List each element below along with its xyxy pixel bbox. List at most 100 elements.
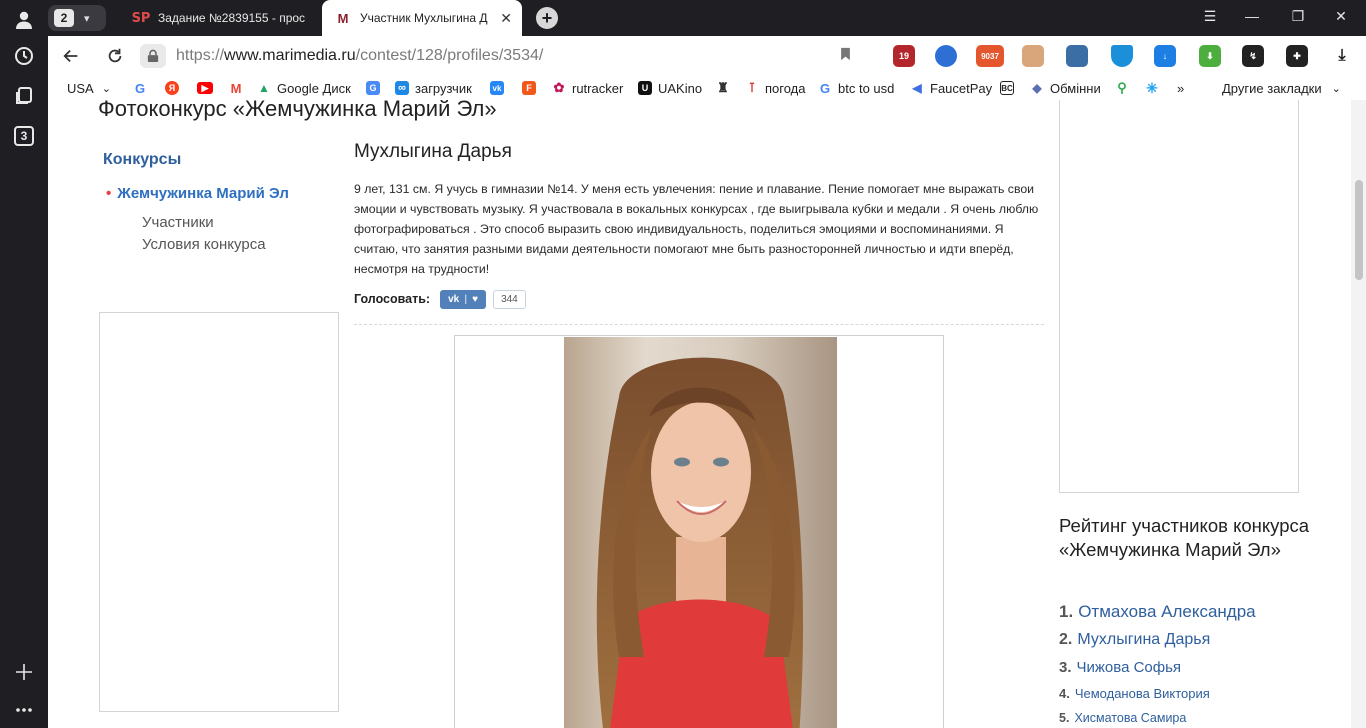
more-icon[interactable]	[12, 698, 36, 722]
heart-icon: ♥	[472, 293, 478, 305]
participant-photo-frame	[454, 335, 944, 728]
tab-participant[interactable]: M Участник Мухлыгина Д ✕	[322, 0, 522, 36]
sidebar-item-participants[interactable]: Участники	[142, 214, 214, 231]
bookmark-exchange[interactable]: ◆ Обмінни	[1030, 79, 1102, 97]
bullet-icon: •	[106, 185, 112, 202]
bookmark-uakino[interactable]: U UAKino	[638, 79, 702, 97]
vote-row: Голосовать: vk | ♥ 344	[354, 289, 526, 309]
tabs-counter-icon[interactable]: 3	[12, 124, 36, 148]
bookmarks-more[interactable]: »	[1177, 79, 1184, 97]
bookmark-downloader[interactable]: ∞ загрузчик	[395, 79, 472, 97]
restore-icon[interactable]: ❐	[1288, 8, 1308, 25]
bookmark-vk[interactable]: vk	[490, 79, 510, 97]
bookmark-star[interactable]: ✳	[1145, 79, 1165, 97]
tab-task[interactable]: SP Задание №2839155 - прос	[132, 0, 322, 36]
gmail-icon: M	[229, 80, 243, 96]
infinity-icon: ∞	[395, 81, 409, 95]
youtube-icon: ▶	[197, 82, 213, 94]
vk-icon: vk	[490, 81, 504, 95]
bc-icon: BC	[1000, 81, 1014, 95]
vote-label: Голосовать:	[354, 292, 431, 306]
participant-photo[interactable]	[564, 337, 837, 728]
history-icon[interactable]	[12, 44, 36, 68]
extension-counter-icon[interactable]: 9037	[976, 45, 1004, 67]
sp-favicon-icon: SP	[131, 10, 151, 26]
bookmark-yandex[interactable]: Я	[165, 79, 185, 97]
bookmark-usa[interactable]: USA ⌄	[67, 79, 111, 97]
new-tab-button[interactable]: +	[536, 7, 558, 29]
url-field[interactable]: https:// www.marimedia.ru /contest/128/p…	[140, 42, 860, 70]
rating-item-2[interactable]: 2. Мухлыгина Дарья	[1059, 631, 1210, 649]
profile-icon[interactable]	[12, 8, 36, 32]
vk-like-button[interactable]: vk | ♥	[440, 289, 487, 309]
back-arrow-icon[interactable]	[60, 45, 82, 67]
url-protocol: https://	[176, 47, 225, 64]
minimize-icon[interactable]: —	[1242, 8, 1262, 24]
extension-vpn-icon[interactable]	[935, 45, 957, 67]
uakino-icon: U	[638, 81, 652, 95]
page-title: Фотоконкурс «Жемчужинка Марий Эл»	[98, 100, 497, 121]
url-host: www.marimedia.ru	[224, 47, 356, 64]
extension-puzzle-icon[interactable]: ✚	[1286, 45, 1308, 67]
extension-download-green-icon[interactable]: ⬇	[1199, 45, 1221, 67]
bookmarks-bar: USA ⌄ G Я ▶ M ▲ Google Диск G ∞ загрузчи…	[48, 76, 1366, 100]
close-window-icon[interactable]: ✕	[1331, 8, 1351, 25]
bookmark-f[interactable]: F	[522, 79, 542, 97]
ad-banner-left	[99, 312, 339, 712]
bookmark-gmail[interactable]: M	[229, 79, 249, 97]
extension-diamond-icon[interactable]	[1111, 45, 1133, 67]
browser-side-rail: 3	[0, 0, 48, 728]
extension-cat-icon[interactable]	[1022, 45, 1044, 67]
bookmark-google[interactable]: G	[133, 79, 153, 97]
bookmark-google-drive[interactable]: ▲ Google Диск	[257, 79, 351, 97]
web-page: Фотоконкурс «Жемчужинка Марий Эл» Конкур…	[48, 100, 1351, 728]
bookmark-btc-to-usd[interactable]: G btc to usd	[818, 79, 894, 97]
chess-piece-icon: ♜	[716, 80, 730, 95]
participant-name: Мухлыгина Дарья	[354, 141, 512, 162]
collections-icon[interactable]	[12, 84, 36, 108]
bookmark-youtube[interactable]: ▶	[197, 79, 219, 97]
rating-title: Рейтинг участников конкурса «Жемчужинка …	[1059, 515, 1310, 560]
f-logo-icon: F	[522, 81, 536, 95]
bookmark-chess[interactable]: ♜	[716, 79, 736, 97]
menu-icon[interactable]: ☰	[1200, 8, 1220, 25]
bookmark-translate[interactable]: G	[366, 79, 386, 97]
rating-item-4[interactable]: 4. Чемоданова Виктория	[1059, 686, 1210, 701]
page-scrollbar[interactable]	[1351, 100, 1366, 728]
tab-count: 2	[54, 9, 74, 27]
sidebar-item-contest-rules[interactable]: Условия конкурса	[142, 236, 266, 253]
add-panel-icon[interactable]	[12, 660, 36, 684]
bookmark-faucetpay[interactable]: ◀ FaucetPay	[910, 79, 992, 97]
exchange-icon: ◆	[1030, 81, 1044, 95]
rating-item-5[interactable]: 5. Хисматова Самира	[1059, 711, 1186, 725]
tab-strip: 2 ▾ SP Задание №2839155 - прос M Участни…	[48, 0, 1366, 36]
sidebar-heading-contests[interactable]: Конкурсы	[103, 151, 181, 169]
bookmark-flag-icon[interactable]	[840, 47, 851, 64]
vk-icon: vk	[448, 293, 460, 305]
bookmark-rutracker[interactable]: ✿ rutracker	[552, 79, 623, 97]
tab-group-button[interactable]: 2 ▾	[48, 5, 106, 31]
extension-badge-19-icon[interactable]: 19	[893, 45, 915, 67]
rating-item-3[interactable]: 3. Чижова Софья	[1059, 659, 1181, 676]
chevron-down-icon: ▾	[84, 12, 90, 25]
bookmark-weather[interactable]: ⊺ погода	[745, 79, 806, 97]
scrollbar-thumb[interactable]	[1355, 180, 1363, 280]
sidebar-item-active-contest[interactable]: • Жемчужинка Марий Эл	[106, 185, 289, 202]
map-pin-icon: ⚲	[1115, 80, 1129, 95]
download-icon[interactable]: ⤓	[1331, 45, 1353, 67]
rating-item-1[interactable]: 1. Отмахова Александра	[1059, 602, 1256, 622]
rutracker-icon: ✿	[552, 80, 566, 95]
participant-bio: 9 лет, 131 см. Я учусь в гимназии №14. У…	[354, 182, 1039, 276]
extension-archive-icon[interactable]	[1066, 45, 1088, 67]
asterisk-icon: ✳	[1145, 79, 1159, 96]
extension-tool-icon[interactable]: ↯	[1242, 45, 1264, 67]
close-tab-icon[interactable]: ✕	[500, 10, 512, 27]
other-bookmarks[interactable]: Другие закладки ⌄	[1222, 79, 1341, 97]
reload-icon[interactable]	[104, 45, 126, 67]
extension-download-blue-icon[interactable]: ↓	[1154, 45, 1176, 67]
bookmark-bc[interactable]: BC	[1000, 79, 1020, 97]
google-translate-icon: G	[366, 81, 380, 95]
tab-title: Участник Мухлыгина Д	[360, 11, 488, 25]
bookmark-maps[interactable]: ⚲	[1115, 79, 1135, 97]
lock-icon[interactable]	[140, 44, 166, 68]
